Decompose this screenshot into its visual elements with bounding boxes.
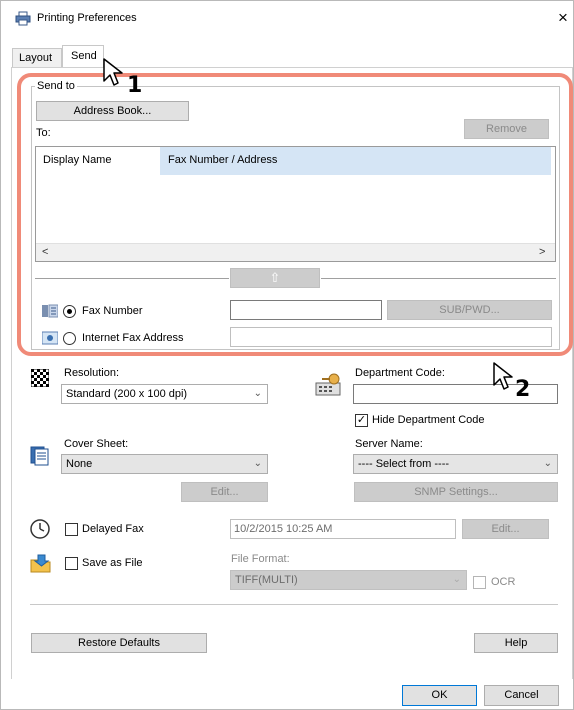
cover-sheet-edit-button[interactable]: Edit... xyxy=(181,482,268,502)
file-format-value: TIFF(MULTI) xyxy=(235,574,298,586)
save-as-file-checkbox[interactable] xyxy=(65,557,78,570)
step-2-number: 2 xyxy=(515,377,531,402)
ocr-checkbox[interactable] xyxy=(473,576,486,589)
help-button[interactable]: Help xyxy=(474,633,558,653)
window-title: Printing Preferences xyxy=(37,12,137,24)
cancel-button[interactable]: Cancel xyxy=(484,685,559,706)
snmp-settings-button[interactable]: SNMP Settings... xyxy=(354,482,558,502)
tab-send-label: Send xyxy=(71,50,97,62)
cursor-pointer-icon xyxy=(493,362,513,390)
clock-icon xyxy=(30,519,50,539)
resolution-value: Standard (200 x 100 dpi) xyxy=(66,388,188,400)
printer-icon xyxy=(15,11,31,26)
server-name-value: ---- Select from ---- xyxy=(358,458,450,470)
delayed-fax-datetime-value: 10/2/2015 10:25 AM xyxy=(234,523,333,535)
ok-button[interactable]: OK xyxy=(402,685,477,706)
department-code-label: Department Code: xyxy=(355,367,445,379)
cursor-pointer-icon xyxy=(103,58,123,86)
cover-sheet-label: Cover Sheet: xyxy=(64,438,129,450)
resolution-label: Resolution: xyxy=(64,367,120,379)
server-name-select[interactable]: ---- Select from ---- ⌄ xyxy=(353,454,558,474)
save-folder-icon xyxy=(30,554,51,573)
delayed-fax-edit-button[interactable]: Edit... xyxy=(462,519,549,539)
chevron-down-icon: ⌄ xyxy=(452,574,461,585)
ocr-label: OCR xyxy=(491,576,516,588)
close-icon[interactable]: × xyxy=(558,8,568,28)
highlight-frame xyxy=(17,73,573,356)
cover-sheet-value: None xyxy=(66,458,93,470)
resolution-select[interactable]: Standard (200 x 100 dpi) ⌄ xyxy=(61,384,268,404)
chevron-down-icon: ⌄ xyxy=(253,388,262,399)
cover-sheet-select[interactable]: None ⌄ xyxy=(61,454,268,474)
hide-department-code-label: Hide Department Code xyxy=(372,414,485,426)
file-format-label: File Format: xyxy=(231,553,290,565)
chevron-down-icon: ⌄ xyxy=(253,458,262,469)
cover-sheet-icon xyxy=(30,446,49,466)
tab-layout-label: Layout xyxy=(19,52,53,64)
tab-layout[interactable]: Layout xyxy=(12,48,62,67)
printing-preferences-window: Printing Preferences × Layout Send Send … xyxy=(0,0,574,710)
delayed-fax-checkbox[interactable] xyxy=(65,523,78,536)
file-format-select[interactable]: TIFF(MULTI) ⌄ xyxy=(230,570,467,590)
server-name-label: Server Name: xyxy=(355,438,423,450)
hide-department-code-checkbox[interactable]: ✓ xyxy=(355,414,368,427)
footer-separator xyxy=(30,604,558,605)
tab-send[interactable]: Send xyxy=(62,45,104,68)
save-as-file-label: Save as File xyxy=(82,557,143,569)
delayed-fax-datetime[interactable]: 10/2/2015 10:25 AM xyxy=(230,519,456,539)
restore-defaults-button[interactable]: Restore Defaults xyxy=(31,633,207,653)
delayed-fax-label: Delayed Fax xyxy=(82,523,144,535)
resolution-icon xyxy=(31,369,49,387)
department-key-icon xyxy=(315,373,341,396)
chevron-down-icon: ⌄ xyxy=(543,458,552,469)
step-1-number: 1 xyxy=(127,73,143,98)
